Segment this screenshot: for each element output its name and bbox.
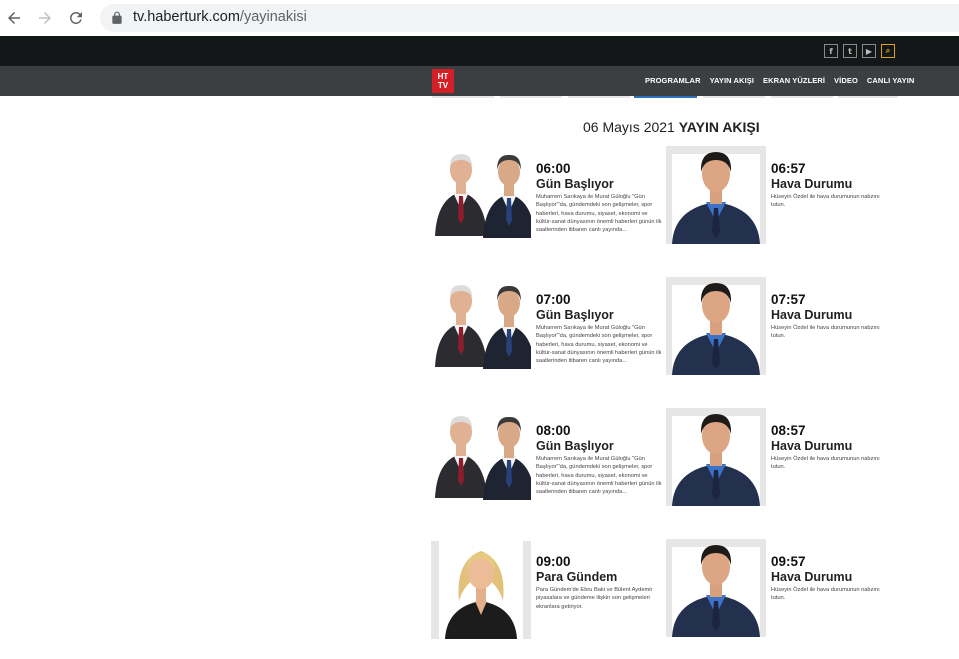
program-time: 08:00: [536, 423, 571, 438]
program-card[interactable]: 06:57 Hava Durumu Hüseyin Özdel ile hava d…: [666, 146, 896, 258]
program-thumbnail[interactable]: [431, 541, 531, 639]
nav-item-ekran-yüzleri̇[interactable]: EKRAN YÜZLERİ: [763, 76, 825, 88]
program-thumbnail[interactable]: [666, 539, 766, 637]
program-card[interactable]: 07:00 Gün Başlıyor Muharrem Sarıkaya ile M…: [431, 279, 662, 389]
program-thumbnail[interactable]: [666, 408, 766, 506]
back-arrow-icon: [8, 12, 20, 24]
logo-text-top: HT: [437, 72, 449, 81]
forward-button[interactable]: [33, 6, 57, 30]
program-photo: [431, 410, 531, 508]
program-description: Muharrem Sarıkaya ile Murat Güloğlu "Gün…: [536, 194, 662, 234]
program-description: Hüseyin Özdel ile hava durumunun nabzını…: [771, 587, 880, 602]
program-time: 06:57: [771, 161, 806, 176]
httv-logo[interactable]: HT TV: [432, 69, 454, 93]
program-photo: [431, 541, 531, 639]
forward-arrow-icon: [39, 12, 51, 24]
subnav-line: [432, 96, 494, 98]
program-thumbnail[interactable]: [666, 277, 766, 375]
twitter-icon[interactable]: t: [843, 44, 857, 58]
program-photo: [431, 279, 531, 377]
program-photo: [431, 148, 531, 246]
back-button[interactable]: [2, 6, 26, 30]
program-name[interactable]: Hava Durumu: [771, 308, 852, 322]
program-photo: [666, 539, 766, 637]
program-time: 07:57: [771, 292, 806, 307]
reload-button[interactable]: [64, 6, 88, 30]
logo-text-bottom: TV: [437, 81, 449, 90]
program-description: Para Gündem'de Ebru Baki ve Bülent Aydem…: [536, 587, 653, 610]
nav-item-yayin-akişi[interactable]: YAYIN AKIŞI: [710, 76, 754, 88]
nav-item-programlar[interactable]: PROGRAMLAR: [645, 76, 701, 88]
program-card[interactable]: 08:00 Gün Başlıyor Muharrem Sarıkaya ile M…: [431, 410, 662, 520]
url-host: tv.haberturk.com: [133, 9, 240, 25]
lock-icon: [112, 11, 122, 24]
program-description: Hüseyin Özdel ile hava durumunun nabzını…: [771, 325, 880, 340]
facebook-icon[interactable]: f: [824, 44, 838, 58]
program-time: 09:00: [536, 554, 571, 569]
schedule-title: YAYIN AKIŞI: [678, 119, 760, 135]
youtube-icon[interactable]: ▶: [862, 44, 876, 58]
program-photo: [666, 146, 766, 244]
program-description: Hüseyin Özdel ile hava durumunun nabzını…: [771, 194, 880, 209]
program-name[interactable]: Hava Durumu: [771, 439, 852, 453]
program-photo: [666, 408, 766, 506]
nav-item-canli-yayin[interactable]: CANLI YAYIN: [867, 76, 915, 88]
nav-item-vi̇deo[interactable]: VİDEO: [834, 76, 858, 88]
program-thumbnail[interactable]: [431, 148, 531, 246]
url-path: /yayinakisi: [239, 9, 307, 25]
program-name[interactable]: Hava Durumu: [771, 177, 852, 191]
subnav-line: [838, 96, 898, 98]
url-text: tv.haberturk.com/yayinakisi: [133, 9, 307, 25]
program-time: 08:57: [771, 423, 806, 438]
program-thumbnail[interactable]: [431, 410, 531, 508]
subnav-line: [703, 96, 765, 98]
subnav-line: [771, 96, 833, 98]
program-thumbnail[interactable]: [666, 146, 766, 244]
program-card[interactable]: 07:57 Hava Durumu Hüseyin Özdel ile hava d…: [666, 277, 896, 389]
program-card[interactable]: 06:00 Gün Başlıyor Muharrem Sarıkaya ile M…: [431, 148, 662, 258]
program-name[interactable]: Gün Başlıyor: [536, 177, 614, 191]
program-time: 06:00: [536, 161, 571, 176]
program-description: Muharrem Sarıkaya ile Murat Güloğlu "Gün…: [536, 456, 662, 496]
program-name[interactable]: Gün Başlıyor: [536, 308, 614, 322]
schedule-date: 06 Mayıs 2021: [583, 119, 675, 135]
search-icon[interactable]: ⌕: [881, 44, 895, 58]
site-navbar: HT TV PROGRAMLAR YAYIN AKIŞI EKRAN YÜZLERİ…: [0, 66, 959, 96]
program-description: Hüseyin Özdel ile hava durumunun nabzını…: [771, 456, 880, 471]
program-time: 07:00: [536, 292, 571, 307]
program-name[interactable]: Hava Durumu: [771, 570, 852, 584]
program-name[interactable]: Para Gündem: [536, 570, 617, 584]
main-menu: PROGRAMLAR YAYIN AKIŞI EKRAN YÜZLERİ VİDEO C…: [645, 76, 923, 88]
program-time: 09:57: [771, 554, 806, 569]
program-thumbnail[interactable]: [431, 279, 531, 377]
program-description: Muharrem Sarıkaya ile Murat Güloğlu "Gün…: [536, 325, 662, 365]
address-bar[interactable]: tv.haberturk.com/yayinakisi: [100, 4, 959, 32]
program-card[interactable]: 08:57 Hava Durumu Hüseyin Özdel ile hava d…: [666, 408, 896, 520]
site-topbar: f t ▶ ⌕: [0, 36, 959, 66]
program-photo: [666, 277, 766, 375]
program-name[interactable]: Gün Başlıyor: [536, 439, 614, 453]
reload-icon: [69, 11, 82, 24]
browser-toolbar: tv.haberturk.com/yayinakisi: [0, 0, 959, 36]
subnav-line: [568, 96, 630, 98]
program-card[interactable]: 09:57 Hava Durumu Hüseyin Özdel ile hava d…: [666, 539, 896, 651]
subnav-line: [500, 96, 562, 98]
subnav-line-active: [634, 96, 697, 98]
program-card[interactable]: 09:00 Para Gündem Para Gündem'de Ebru Baki…: [431, 541, 661, 651]
